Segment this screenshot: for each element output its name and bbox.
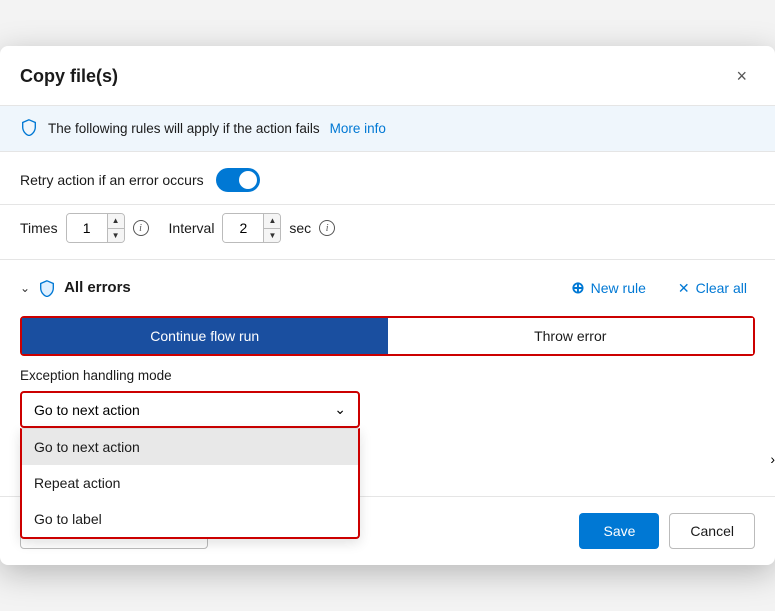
- retry-label: Retry action if an error occurs: [20, 172, 204, 188]
- exception-handling-section: Exception handling mode Go to next actio…: [20, 368, 755, 436]
- times-input-group: 1 ▲ ▼: [66, 213, 125, 243]
- interval-input[interactable]: 2: [223, 214, 263, 242]
- chevron-down-icon[interactable]: ⌄: [20, 281, 30, 295]
- plus-icon: ⊕: [571, 278, 584, 298]
- clear-all-label: Clear all: [696, 280, 747, 296]
- dropdown-item-repeat[interactable]: Repeat action: [22, 465, 358, 501]
- interval-decrement[interactable]: ▼: [264, 228, 280, 243]
- errors-title-group: ⌄ All errors: [20, 279, 131, 297]
- dialog-copy-files: Copy file(s) × The following rules will …: [0, 46, 775, 565]
- interval-group: Interval 2 ▲ ▼ sec i: [169, 213, 336, 243]
- retry-toggle[interactable]: [216, 168, 260, 192]
- collapse-handle[interactable]: ›: [770, 451, 775, 467]
- interval-spinners: ▲ ▼: [263, 214, 280, 242]
- info-banner: The following rules will apply if the ac…: [0, 106, 775, 152]
- x-icon: ✕: [678, 280, 690, 297]
- times-label: Times: [20, 220, 58, 236]
- dialog-header: Copy file(s) ×: [0, 46, 775, 106]
- dropdown-selected-value: Go to next action: [34, 402, 140, 418]
- footer-right-actions: Save Cancel: [579, 513, 755, 549]
- times-input[interactable]: 1: [67, 214, 107, 242]
- exception-dropdown[interactable]: Go to next action ⌄: [20, 391, 360, 428]
- interval-input-group: 2 ▲ ▼: [222, 213, 281, 243]
- info-banner-text: The following rules will apply if the ac…: [48, 121, 320, 136]
- interval-info-icon[interactable]: i: [319, 220, 335, 236]
- clear-all-button[interactable]: ✕ Clear all: [670, 276, 755, 301]
- interval-label: Interval: [169, 220, 215, 236]
- dropdown-item-go-to-next[interactable]: Go to next action: [22, 429, 358, 465]
- errors-section: ⌄ All errors ⊕ New rule ✕ Clear all: [0, 260, 775, 436]
- times-decrement[interactable]: ▼: [108, 228, 124, 243]
- cancel-button[interactable]: Cancel: [669, 513, 755, 549]
- times-spinners: ▲ ▼: [107, 214, 124, 242]
- close-button[interactable]: ×: [728, 62, 755, 91]
- tab-bar: Continue flow run Throw error: [20, 316, 755, 356]
- dropdown-container: Go to next action ⌄ Go to next action Re…: [20, 391, 755, 428]
- dropdown-item-go-to-label[interactable]: Go to label: [22, 501, 358, 537]
- new-rule-button[interactable]: ⊕ New rule: [563, 274, 654, 302]
- more-info-link[interactable]: More info: [330, 121, 386, 136]
- retry-section: Retry action if an error occurs: [0, 152, 775, 205]
- save-button[interactable]: Save: [579, 513, 659, 549]
- tab-continue-flow[interactable]: Continue flow run: [22, 318, 388, 354]
- shield-icon: [20, 118, 38, 139]
- dropdown-menu: Go to next action Repeat action Go to la…: [20, 428, 360, 539]
- tab-throw-error[interactable]: Throw error: [388, 318, 754, 354]
- interval-increment[interactable]: ▲: [264, 214, 280, 228]
- errors-actions: ⊕ New rule ✕ Clear all: [563, 274, 755, 302]
- new-rule-label: New rule: [591, 280, 646, 296]
- dialog-title: Copy file(s): [20, 66, 118, 87]
- errors-header: ⌄ All errors ⊕ New rule ✕ Clear all: [20, 274, 755, 302]
- times-group: Times 1 ▲ ▼ i: [20, 213, 149, 243]
- times-info-icon[interactable]: i: [133, 220, 149, 236]
- times-increment[interactable]: ▲: [108, 214, 124, 228]
- errors-title: All errors: [64, 279, 131, 296]
- errors-shield-icon: [38, 279, 56, 297]
- chevron-down-icon: ⌄: [334, 401, 346, 418]
- exception-label: Exception handling mode: [20, 368, 755, 383]
- times-interval-row: Times 1 ▲ ▼ i Interval 2 ▲ ▼ sec i: [0, 205, 775, 260]
- interval-unit: sec: [289, 220, 311, 236]
